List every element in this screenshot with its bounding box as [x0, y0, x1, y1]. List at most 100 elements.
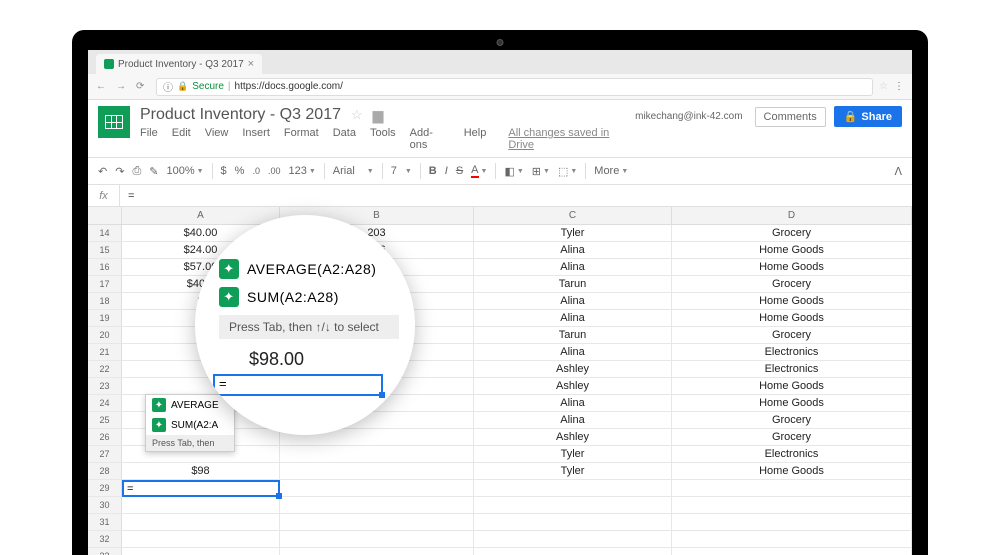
- cell[interactable]: Grocery: [672, 327, 912, 343]
- sheets-logo[interactable]: [98, 106, 130, 138]
- browser-tab[interactable]: Product Inventory - Q3 2017 ×: [96, 54, 262, 74]
- share-button[interactable]: 🔒 Share: [834, 106, 902, 127]
- zoom-dropdown[interactable]: 100%▼: [166, 165, 203, 177]
- cell[interactable]: Alina: [474, 310, 672, 326]
- cell[interactable]: [280, 531, 474, 547]
- cell[interactable]: $98: [122, 463, 280, 479]
- menu-tools[interactable]: Tools: [370, 127, 396, 151]
- cell[interactable]: Tarun: [474, 276, 672, 292]
- cell[interactable]: [280, 463, 474, 479]
- percent-button[interactable]: %: [235, 165, 245, 177]
- row-header[interactable]: 18: [88, 293, 122, 309]
- row-header[interactable]: 32: [88, 531, 122, 547]
- row-header[interactable]: 29: [88, 480, 122, 496]
- collapse-toolbar-icon[interactable]: ᐱ: [894, 165, 902, 178]
- cell[interactable]: Tyler: [474, 225, 672, 241]
- menu-help[interactable]: Help: [464, 127, 487, 151]
- cell[interactable]: Tyler: [474, 463, 672, 479]
- cell[interactable]: Grocery: [672, 412, 912, 428]
- cell[interactable]: Home Goods: [672, 395, 912, 411]
- cell[interactable]: Alina: [474, 259, 672, 275]
- forward-icon[interactable]: →: [116, 81, 130, 92]
- active-cell-a29[interactable]: =: [122, 480, 280, 497]
- row-header[interactable]: 20: [88, 327, 122, 343]
- menu-format[interactable]: Format: [284, 127, 319, 151]
- cell[interactable]: Grocery: [672, 429, 912, 445]
- cell[interactable]: [280, 497, 474, 513]
- cell[interactable]: Electronics: [672, 361, 912, 377]
- col-header-a[interactable]: A: [122, 207, 280, 224]
- zoom-suggest-average[interactable]: ✦AVERAGE(A2:A28): [219, 255, 376, 283]
- cell[interactable]: Alina: [474, 395, 672, 411]
- bold-button[interactable]: B: [429, 165, 437, 177]
- print-icon[interactable]: ⎙: [132, 165, 141, 178]
- fill-handle[interactable]: [276, 493, 282, 499]
- col-header-c[interactable]: C: [474, 207, 672, 224]
- strikethrough-button[interactable]: S: [456, 165, 463, 177]
- cell[interactable]: Alina: [474, 412, 672, 428]
- suggest-item-average[interactable]: ✦AVERAGE: [146, 395, 234, 415]
- folder-icon[interactable]: ▆: [373, 107, 384, 124]
- menu-addons[interactable]: Add-ons: [410, 127, 450, 151]
- zoom-active-cell[interactable]: =: [213, 374, 383, 396]
- decrease-decimal-button[interactable]: .0: [252, 166, 260, 176]
- row-header[interactable]: 21: [88, 344, 122, 360]
- browser-menu-icon[interactable]: ⋮: [894, 81, 904, 92]
- font-dropdown[interactable]: Arial▼: [333, 165, 374, 177]
- cell[interactable]: [280, 480, 474, 496]
- cell[interactable]: [280, 548, 474, 555]
- cell[interactable]: Ashley: [474, 429, 672, 445]
- row-header[interactable]: 27: [88, 446, 122, 462]
- cell[interactable]: [474, 548, 672, 555]
- cell[interactable]: [280, 514, 474, 530]
- row-header[interactable]: 22: [88, 361, 122, 377]
- undo-icon[interactable]: ↶: [98, 165, 107, 178]
- row-header[interactable]: 25: [88, 412, 122, 428]
- user-email[interactable]: mikechang@ink-42.com: [635, 111, 742, 122]
- cell[interactable]: Alina: [474, 344, 672, 360]
- address-bar[interactable]: ⓘ 🔒 Secure | https://docs.google.com/: [156, 78, 873, 96]
- row-header[interactable]: 17: [88, 276, 122, 292]
- merge-button[interactable]: ⬚▼: [558, 165, 577, 178]
- cell[interactable]: Home Goods: [672, 259, 912, 275]
- cell[interactable]: [474, 497, 672, 513]
- menu-view[interactable]: View: [205, 127, 229, 151]
- zoom-suggest-sum[interactable]: ✦SUM(A2:A28): [219, 283, 339, 311]
- redo-icon[interactable]: ↷: [115, 165, 124, 178]
- cell[interactable]: Tyler: [474, 446, 672, 462]
- cell[interactable]: [122, 548, 280, 555]
- tab-close-icon[interactable]: ×: [248, 58, 254, 70]
- cell[interactable]: [122, 497, 280, 513]
- row-header[interactable]: 26: [88, 429, 122, 445]
- fill-color-button[interactable]: ◧▼: [504, 165, 523, 178]
- currency-button[interactable]: $: [221, 165, 227, 177]
- cell[interactable]: Alina: [474, 242, 672, 258]
- star-icon[interactable]: ☆: [351, 107, 363, 123]
- menu-edit[interactable]: Edit: [172, 127, 191, 151]
- cell[interactable]: Grocery: [672, 276, 912, 292]
- comments-button[interactable]: Comments: [755, 107, 826, 127]
- back-icon[interactable]: ←: [96, 81, 110, 92]
- cell[interactable]: [474, 514, 672, 530]
- cell[interactable]: Ashley: [474, 378, 672, 394]
- cell[interactable]: Home Goods: [672, 242, 912, 258]
- cell[interactable]: [474, 531, 672, 547]
- text-color-button[interactable]: A▼: [471, 164, 487, 178]
- col-header-d[interactable]: D: [672, 207, 912, 224]
- row-header[interactable]: 28: [88, 463, 122, 479]
- increase-decimal-button[interactable]: .00: [268, 166, 281, 176]
- row-header[interactable]: 24: [88, 395, 122, 411]
- row-header[interactable]: 31: [88, 514, 122, 530]
- row-header[interactable]: 15: [88, 242, 122, 258]
- row-header[interactable]: 16: [88, 259, 122, 275]
- cell[interactable]: Home Goods: [672, 293, 912, 309]
- more-button[interactable]: More▼: [594, 165, 628, 177]
- document-title[interactable]: Product Inventory - Q3 2017: [140, 106, 341, 124]
- cell[interactable]: [672, 531, 912, 547]
- row-header[interactable]: 30: [88, 497, 122, 513]
- cell[interactable]: Alina: [474, 293, 672, 309]
- cell[interactable]: Ashley: [474, 361, 672, 377]
- cell[interactable]: [672, 480, 912, 496]
- reload-icon[interactable]: ⟳: [136, 81, 150, 92]
- cell[interactable]: [122, 531, 280, 547]
